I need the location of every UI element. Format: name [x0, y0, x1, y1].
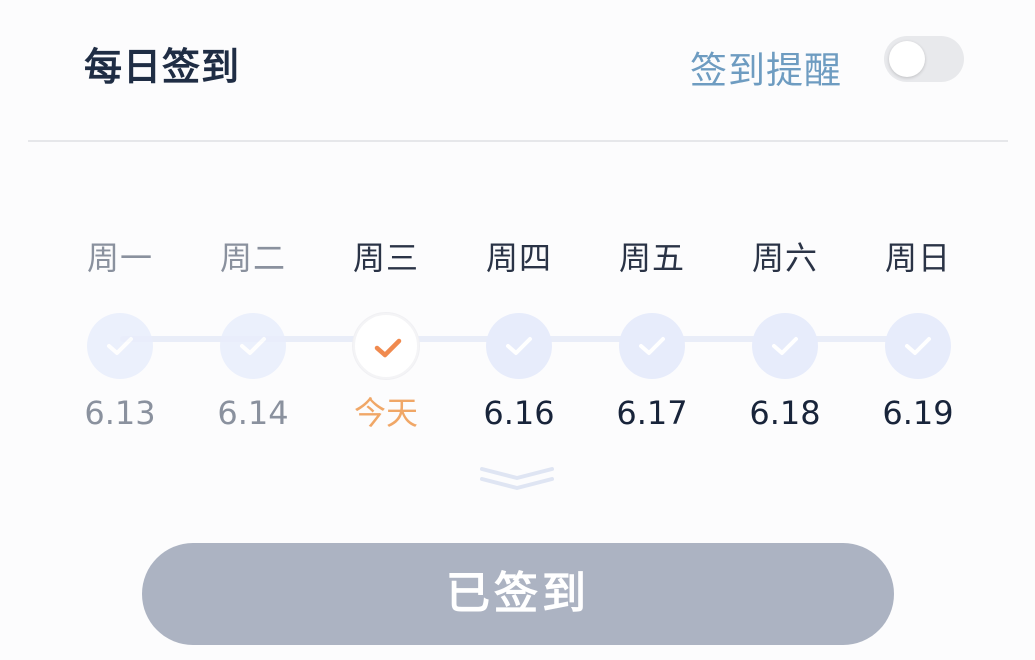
- divider: [28, 140, 1008, 142]
- toggle-knob: [889, 41, 925, 77]
- check-icon: [885, 313, 951, 379]
- today-label: 今天: [353, 394, 418, 432]
- week-checkin-row: 周一 6.13 周二 6.14 周三 今天 周四 6.16 周五 6.17 周六…: [54, 236, 984, 436]
- date-label: 6.19: [882, 394, 954, 432]
- check-icon: [87, 313, 153, 379]
- signed-in-button[interactable]: 已签到: [142, 543, 894, 645]
- check-icon: [220, 313, 286, 379]
- check-icon: [752, 313, 818, 379]
- check-icon: [619, 313, 685, 379]
- day-tuesday: 周二 6.14: [187, 236, 319, 435]
- day-sunday: 周日 6.19: [852, 236, 984, 435]
- weekday-label: 周三: [352, 239, 419, 277]
- weekday-label: 周日: [884, 239, 951, 277]
- checkin-reminder-label[interactable]: 签到提醒: [690, 40, 842, 94]
- daily-checkin-card: 每日签到 签到提醒 周一 6.13 周二 6.14 周三 今天 周四 6.16 …: [0, 0, 1035, 660]
- weekday-label: 周一: [86, 239, 153, 277]
- day-monday: 周一 6.13: [54, 236, 186, 435]
- date-label: 6.16: [483, 394, 555, 432]
- day-friday: 周五 6.17: [586, 236, 718, 435]
- weekday-label: 周六: [751, 239, 818, 277]
- weekday-label: 周五: [618, 239, 685, 277]
- date-label: 6.17: [616, 394, 688, 432]
- checkin-reminder-toggle[interactable]: [884, 36, 964, 82]
- day-wednesday-today: 周三 今天: [320, 236, 452, 435]
- date-label: 6.18: [749, 394, 821, 432]
- date-label: 6.13: [84, 394, 156, 432]
- check-icon: [353, 313, 419, 379]
- weekday-label: 周二: [219, 239, 286, 277]
- double-chevron-down-icon[interactable]: [480, 466, 554, 492]
- page-title: 每日签到: [84, 45, 241, 89]
- check-icon: [486, 313, 552, 379]
- day-saturday: 周六 6.18: [719, 236, 851, 435]
- date-label: 6.14: [217, 394, 289, 432]
- day-thursday: 周四 6.16: [453, 236, 585, 435]
- weekday-label: 周四: [485, 239, 552, 277]
